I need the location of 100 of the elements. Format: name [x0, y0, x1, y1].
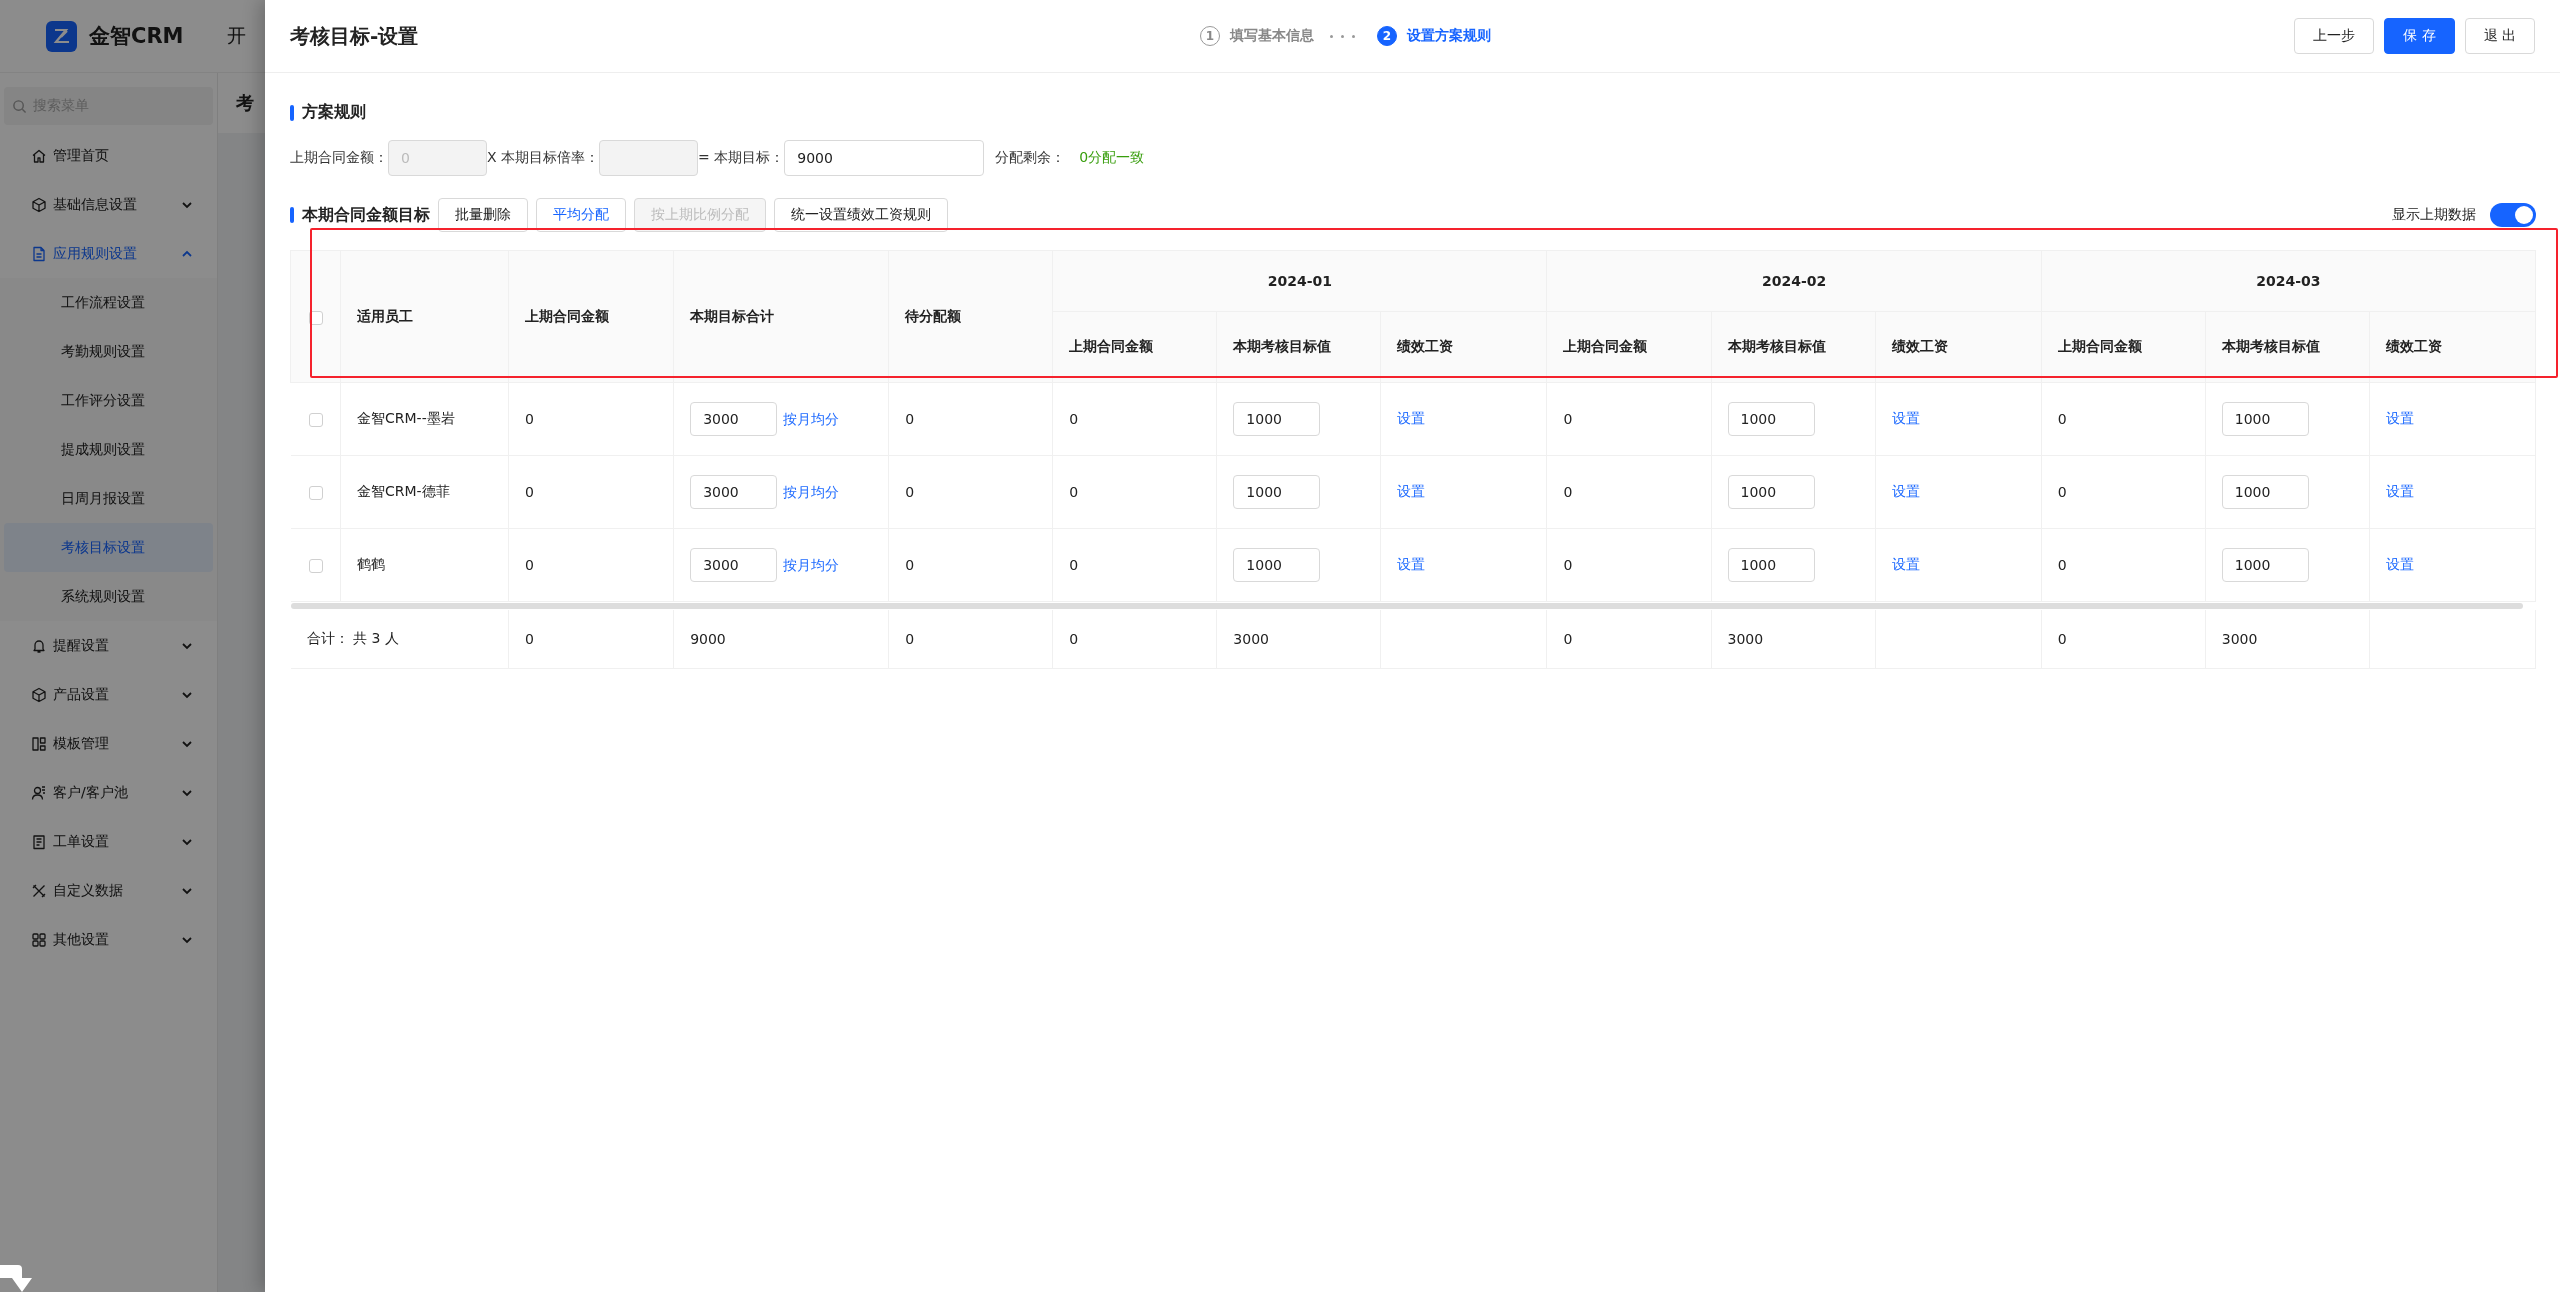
section-marker	[290, 207, 294, 223]
toggle-switch[interactable]	[2490, 203, 2536, 227]
sidebar-item[interactable]: 应用规则设置	[0, 229, 217, 278]
settings-link[interactable]: 设置	[1891, 483, 1920, 499]
column-header: 绩效工资	[1875, 311, 2042, 383]
settings-link[interactable]: 设置	[1891, 556, 1920, 572]
step-label: 设置方案规则	[1407, 27, 1491, 45]
column-header: 本期目标合计	[673, 250, 889, 383]
table-cell: 0	[1547, 455, 1712, 529]
drawer-title: 考核目标-设置	[290, 23, 419, 48]
sidebar-subitem[interactable]: 日周月报设置	[4, 474, 213, 523]
search-icon	[12, 98, 27, 114]
amount-field[interactable]: 1000	[1233, 548, 1321, 582]
split-link[interactable]: 按月均分	[783, 557, 840, 573]
scrollbar[interactable]	[290, 603, 2523, 609]
amount-field[interactable]: 1000	[1727, 548, 1815, 582]
logo-text: 金智CRM	[89, 23, 185, 50]
checkbox[interactable]	[308, 486, 323, 500]
sidebar-subitem[interactable]: 考勤规则设置	[4, 327, 213, 376]
amount-field[interactable]: 3000	[690, 475, 778, 509]
split-link[interactable]: 按月均分	[783, 484, 840, 500]
amount-field[interactable]: 1000	[1233, 402, 1321, 436]
sidebar-subitem[interactable]: 系统规则设置	[4, 572, 213, 621]
remainder-value: 0分配一致	[1079, 149, 1145, 167]
amount-field[interactable]: 1000	[2221, 548, 2309, 582]
amount-field[interactable]: 3000	[690, 548, 778, 582]
amount-field[interactable]: 1000	[1233, 475, 1321, 509]
chat-icon[interactable]	[0, 1262, 32, 1292]
column-header: 上期合同金额	[2041, 311, 2206, 383]
settings-link[interactable]: 设置	[1397, 410, 1426, 426]
column-header: 上期合同金额	[508, 250, 674, 383]
section-title: 方案规则	[302, 102, 366, 123]
grid-icon	[31, 931, 47, 948]
sidebar-item[interactable]: 客户/客户池	[0, 768, 217, 817]
table-cell: 9000	[673, 610, 889, 669]
column-header: 绩效工资	[2369, 311, 2536, 383]
sidebar-item[interactable]: 产品设置	[0, 670, 217, 719]
table-cell: 0	[888, 455, 1053, 529]
sidebar-subitem[interactable]: 工作流程设置	[4, 278, 213, 327]
table-cell: 0	[888, 528, 1053, 602]
header-button[interactable]: 退 出	[2464, 18, 2535, 54]
tools-icon	[31, 882, 47, 899]
table-cell: 金智CRM-德菲	[340, 455, 509, 529]
table-cell: 0	[1052, 455, 1217, 529]
toggle-label: 显示上期数据	[2392, 206, 2476, 224]
sidebar-subitem[interactable]: 工作评分设置	[4, 376, 213, 425]
amount-field[interactable]: 1000	[2221, 475, 2309, 509]
table-cell: 0	[508, 455, 674, 529]
sidebar-item[interactable]: 基础信息设置	[0, 180, 217, 229]
field-label: X 本期目标倍率：	[487, 149, 600, 167]
split-link[interactable]: 按月均分	[783, 411, 840, 427]
summary-label: 合计： 共 3 人	[290, 610, 509, 669]
column-header: 本期考核目标值	[1216, 311, 1381, 383]
page-title: 考	[236, 91, 254, 115]
sidebar-item[interactable]: 工单设置	[0, 817, 217, 866]
sidebar-subitem[interactable]: 考核目标设置	[4, 523, 213, 572]
sidebar-item[interactable]: 提醒设置	[0, 621, 217, 670]
checkbox[interactable]	[308, 413, 323, 427]
table-cell: 3000	[1711, 610, 1876, 669]
table-cell: 0	[2041, 610, 2206, 669]
table-cell: 0	[2041, 455, 2206, 529]
table-cell: 0	[1052, 382, 1217, 456]
action-button[interactable]: 平均分配	[536, 198, 626, 232]
settings-link[interactable]: 设置	[1891, 410, 1920, 426]
column-header: 绩效工资	[1380, 311, 1547, 383]
section-marker	[290, 104, 294, 121]
column-header: 上期合同金额	[1052, 311, 1217, 383]
header-button[interactable]: 上一步	[2294, 18, 2375, 54]
table-cell: 鹤鹤	[340, 528, 509, 602]
table-cell: 0	[508, 528, 674, 602]
table-cell: 0	[1052, 528, 1217, 602]
sidebar-item[interactable]: 其他设置	[0, 915, 217, 964]
header-button[interactable]: 保 存	[2384, 18, 2455, 54]
top-nav-item[interactable]: 开	[227, 23, 246, 49]
person-icon	[31, 784, 47, 801]
table-cell: 0	[2041, 382, 2206, 456]
sidebar-subitem[interactable]: 提成规则设置	[4, 425, 213, 474]
sidebar-item[interactable]: 管理首页	[0, 131, 217, 180]
checkbox[interactable]	[308, 559, 323, 573]
action-button[interactable]: 统一设置绩效工资规则	[774, 198, 948, 232]
table-cell: 0	[1547, 528, 1712, 602]
settings-link[interactable]: 设置	[2385, 410, 2414, 426]
sidebar-item[interactable]: 模板管理	[0, 719, 217, 768]
bell-icon	[31, 637, 47, 654]
sidebar-item[interactable]: 自定义数据	[0, 866, 217, 915]
field-label: 上期合同金额：	[290, 149, 388, 167]
field-label: 分配剩余：	[995, 149, 1066, 167]
action-button[interactable]: 批量删除	[438, 198, 528, 232]
table-cell: 3000	[2205, 610, 2370, 669]
column-header: 适用员工	[340, 250, 509, 383]
settings-link[interactable]: 设置	[2385, 556, 2414, 572]
amount-field[interactable]: 1000	[1727, 475, 1815, 509]
settings-link[interactable]: 设置	[1397, 483, 1426, 499]
column-header: 上期合同金额	[1547, 311, 1712, 383]
amount-field[interactable]: 1000	[2221, 402, 2309, 436]
settings-link[interactable]: 设置	[1397, 556, 1426, 572]
settings-link[interactable]: 设置	[2385, 483, 2414, 499]
amount-field[interactable]: 3000	[690, 402, 778, 436]
form-field[interactable]: 9000	[784, 140, 985, 176]
amount-field[interactable]: 1000	[1727, 402, 1815, 436]
